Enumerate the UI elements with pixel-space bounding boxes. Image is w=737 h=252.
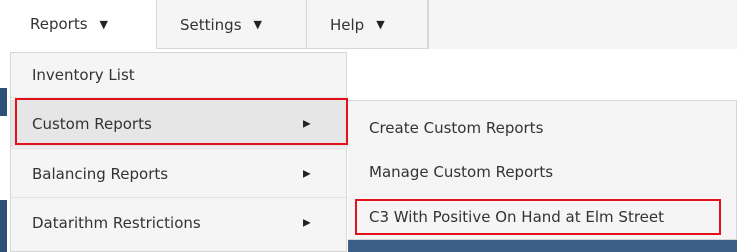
help-menu-label: Help	[330, 15, 365, 34]
menu-item-datarithm-restrictions[interactable]: Datarithm Restrictions ▶	[11, 198, 348, 248]
caret-down-icon: ▼	[99, 17, 109, 31]
settings-menu[interactable]: Settings ▼	[157, 0, 307, 49]
caret-down-icon: ▼	[376, 18, 385, 31]
menu-divider	[11, 148, 348, 149]
page-content-band	[348, 240, 737, 252]
page-side-band	[0, 88, 7, 116]
menubar-left-edge	[0, 0, 7, 49]
submenu-item-label: Create Custom Reports	[369, 119, 544, 137]
menu-item-label: Datarithm Restrictions	[32, 214, 201, 232]
submenu-item-create-custom-reports[interactable]: Create Custom Reports	[348, 105, 737, 151]
menu-item-custom-reports[interactable]: Custom Reports ▶	[11, 100, 348, 147]
menu-item-balancing-reports[interactable]: Balancing Reports ▶	[11, 150, 348, 197]
menu-item-inventory-list[interactable]: Inventory List	[11, 53, 348, 98]
top-menubar: Reports ▼ Settings ▼ Help ▼	[0, 0, 737, 49]
caret-right-icon: ▶	[303, 118, 311, 129]
reports-menu[interactable]: Reports ▼	[7, 0, 157, 49]
menubar-empty-area	[428, 0, 737, 49]
menu-item-label: Inventory List	[32, 66, 135, 84]
reports-menu-label: Reports	[30, 15, 88, 33]
help-menu[interactable]: Help ▼	[307, 0, 428, 49]
submenu-item-c3-report[interactable]: C3 With Positive On Hand at Elm Street	[348, 194, 737, 240]
caret-right-icon: ▶	[303, 217, 311, 229]
caret-down-icon: ▼	[253, 18, 262, 31]
submenu-item-label: C3 With Positive On Hand at Elm Street	[369, 208, 664, 226]
menu-item-label: Balancing Reports	[32, 164, 169, 183]
settings-menu-label: Settings	[180, 15, 242, 34]
submenu-item-manage-custom-reports[interactable]: Manage Custom Reports	[348, 149, 737, 195]
menu-item-label: Custom Reports	[32, 114, 152, 133]
caret-right-icon: ▶	[303, 168, 311, 179]
custom-reports-submenu: Create Custom Reports Manage Custom Repo…	[348, 100, 737, 240]
reports-dropdown: Inventory List Custom Reports ▶ Balancin…	[10, 52, 348, 252]
page-side-band-lower	[0, 200, 7, 252]
submenu-item-label: Manage Custom Reports	[369, 163, 554, 181]
